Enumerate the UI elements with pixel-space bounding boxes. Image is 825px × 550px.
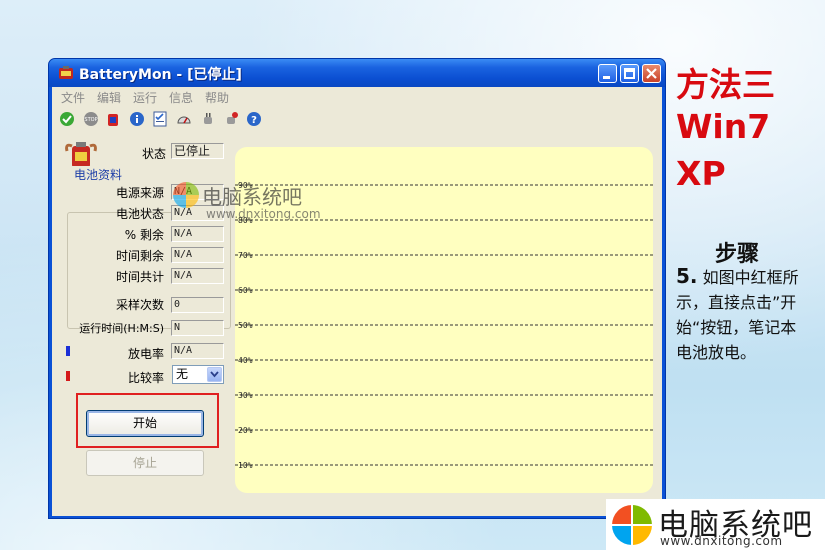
maximize-button[interactable]: [620, 64, 639, 83]
windows-logo-icon: [173, 182, 199, 208]
percent-remaining-label: % 剩余: [124, 228, 164, 242]
help-icon[interactable]: ?: [246, 111, 262, 127]
discharge-value: N/A: [171, 343, 224, 359]
y-tick-label-70: 70%: [238, 251, 253, 260]
percent-remaining-value: N/A: [171, 226, 224, 242]
center-watermark-name: 电脑系统吧: [202, 185, 302, 209]
battery-info-title: 电池资料: [72, 166, 125, 183]
checklist-icon[interactable]: [152, 111, 168, 127]
minimize-button[interactable]: [598, 64, 617, 83]
menu-run[interactable]: 运行: [133, 89, 157, 106]
time-remaining-label: 时间剩余: [115, 249, 164, 263]
headline-win7: Win7: [676, 107, 771, 146]
stop-icon[interactable]: STOP: [83, 111, 99, 127]
compare-label: 比较率: [127, 371, 164, 385]
site-logo: 电脑系统吧 www.dnxitong.com: [606, 499, 825, 550]
app-battery-icon: [59, 66, 73, 79]
plug-icon[interactable]: [200, 111, 216, 127]
battery-status-label: 电池状态: [115, 207, 164, 221]
svg-text:STOP: STOP: [84, 117, 97, 123]
stop-button[interactable]: 停止: [86, 450, 204, 476]
compare-select-value: 无: [176, 367, 189, 381]
center-watermark: 电脑系统吧 www.dnxitong.com: [172, 179, 352, 227]
power-source-label: 电源来源: [115, 186, 164, 200]
compare-color-swatch: [66, 371, 70, 381]
check-icon[interactable]: [59, 111, 75, 127]
menu-info[interactable]: 信息: [169, 89, 193, 106]
status-label: 状态: [141, 147, 166, 161]
close-icon: [646, 68, 657, 79]
start-button[interactable]: 开始: [86, 410, 204, 437]
time-total-value: N/A: [171, 268, 224, 284]
chevron-down-icon: [210, 371, 219, 378]
menu-help[interactable]: 帮助: [205, 89, 229, 106]
y-tick-label-20: 20%: [238, 426, 253, 435]
time-remaining-value: N/A: [171, 247, 224, 263]
minimize-icon: [603, 76, 610, 79]
plug-warning-icon[interactable]: [223, 111, 239, 127]
time-total-label: 时间共计: [115, 270, 164, 284]
close-button[interactable]: [642, 64, 661, 83]
window-title: BatteryMon - [已停止]: [79, 67, 242, 83]
center-watermark-url: www.dnxitong.com: [206, 207, 321, 221]
step-number: 5.: [676, 264, 698, 288]
site-logo-url: www.dnxitong.com: [660, 534, 783, 548]
status-value: 已停止: [171, 143, 224, 159]
runtime-label: 运行时间(H:M:S): [79, 322, 164, 335]
discharge-color-swatch: [66, 346, 70, 356]
select-dropdown-button[interactable]: [207, 367, 222, 382]
y-tick-label-40: 40%: [238, 356, 253, 365]
window-client: 文件 编辑 运行 信息 帮助 STOP ? 状态 已停止 电池资料 电源来源 电…: [52, 87, 662, 516]
step-instruction: 5. 如图中红框所示，直接点击”开始“按钮，笔记本电池放电。: [676, 264, 804, 365]
menu-edit[interactable]: 编辑: [97, 89, 121, 106]
title-bar[interactable]: BatteryMon - [已停止]: [49, 59, 665, 87]
gauge-icon[interactable]: [176, 111, 192, 127]
y-tick-label-30: 30%: [238, 391, 253, 400]
y-tick-label-10: 10%: [238, 461, 253, 470]
menu-bar: 文件 编辑 运行 信息 帮助: [52, 87, 662, 107]
batterymon-window: BatteryMon - [已停止] 文件 编辑 运行 信息 帮助 STOP ?…: [48, 58, 666, 519]
y-tick-label-50: 50%: [238, 321, 253, 330]
info-icon[interactable]: [129, 111, 145, 127]
battery-icon[interactable]: [105, 111, 121, 127]
runtime-value: N: [171, 320, 224, 336]
maximize-icon: [624, 68, 635, 79]
samples-label: 采样次数: [115, 298, 164, 312]
y-tick-label-60: 60%: [238, 286, 253, 295]
discharge-label: 放电率: [127, 347, 164, 361]
samples-value: 0: [171, 297, 224, 313]
headline-method: 方法三: [676, 65, 775, 104]
svg-text:?: ?: [251, 115, 257, 126]
windows-logo-icon: [612, 505, 652, 545]
compare-select[interactable]: 无: [172, 365, 224, 384]
menu-file[interactable]: 文件: [61, 89, 85, 106]
headline-xp: XP: [676, 154, 726, 193]
toolbar: STOP ?: [52, 109, 662, 131]
